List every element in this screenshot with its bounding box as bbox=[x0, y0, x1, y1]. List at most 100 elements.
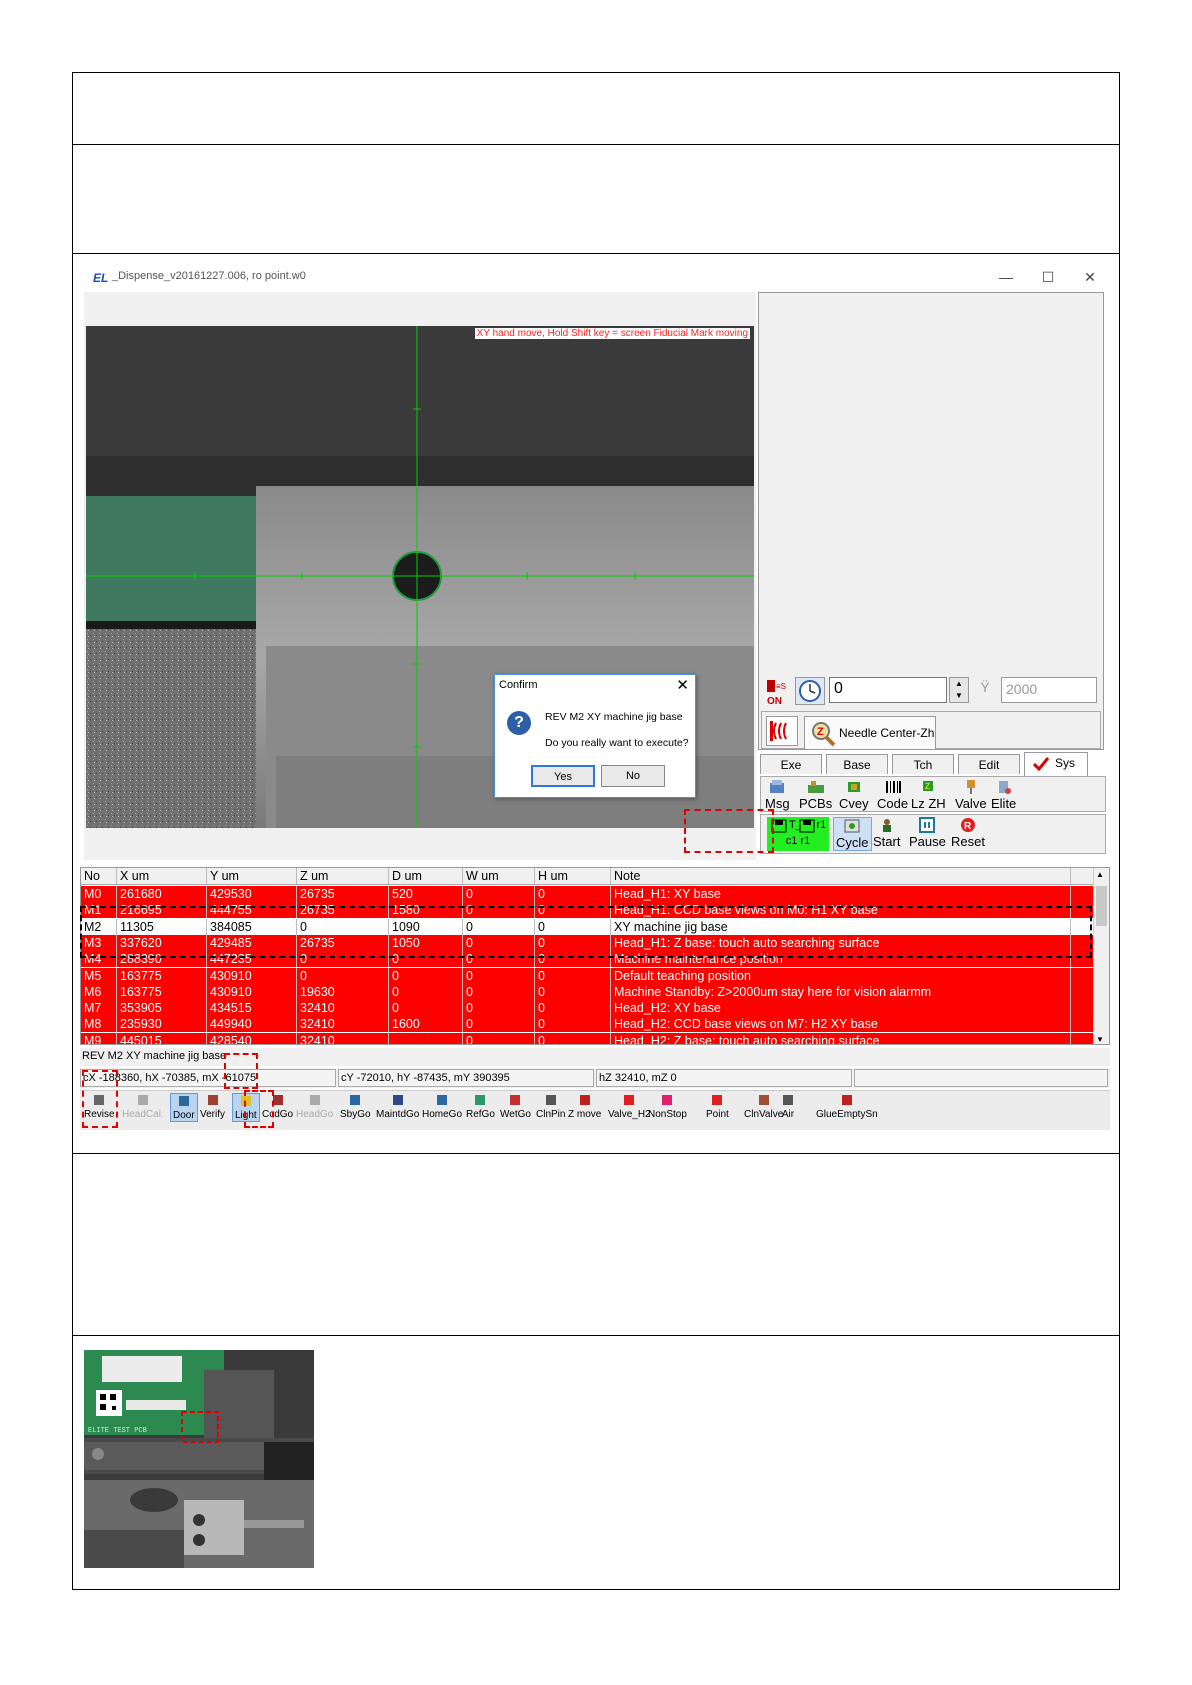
tool-wetgo-button[interactable]: WetGo bbox=[500, 1093, 531, 1120]
cycle-button[interactable]: Cycle bbox=[833, 817, 872, 851]
tool-homego-button[interactable]: HomeGo bbox=[422, 1093, 462, 1120]
table-cell: 0 bbox=[535, 1032, 611, 1044]
clock-icon[interactable] bbox=[795, 677, 825, 705]
msg-button[interactable]: Msg bbox=[765, 779, 790, 811]
col-header[interactable]: X um bbox=[117, 868, 207, 884]
valve-button[interactable]: Valve bbox=[955, 779, 987, 811]
elite-button[interactable]: Elite bbox=[991, 779, 1016, 811]
tool-label: Z move bbox=[568, 1109, 602, 1120]
col-header[interactable]: Note bbox=[611, 868, 1071, 884]
tab-exe[interactable]: Exe bbox=[760, 754, 822, 774]
yes-button[interactable]: Yes bbox=[531, 765, 595, 787]
tab-edit[interactable]: Edit bbox=[958, 754, 1020, 774]
col-header[interactable]: Y um bbox=[207, 868, 297, 884]
close-button[interactable]: ✕ bbox=[1076, 266, 1104, 288]
table-row[interactable]: M7 353905 434515 32410 0 0 0 Head_H2: XY base bbox=[81, 1000, 1093, 1017]
col-header[interactable]: W um bbox=[463, 868, 535, 884]
tool-clnvalve-button[interactable]: ClnValve bbox=[744, 1093, 783, 1120]
tool-refgo-button[interactable]: RefGo bbox=[466, 1093, 495, 1120]
tab-base[interactable]: Base bbox=[826, 754, 888, 774]
pcbs-button[interactable]: PCBs bbox=[799, 779, 832, 811]
table-row[interactable]: M5 163775 430910 0 0 0 0 Default teaching posit… bbox=[81, 967, 1093, 984]
annotation-box bbox=[224, 1053, 258, 1089]
value-stepper[interactable]: ▲ ▼ bbox=[949, 677, 969, 703]
table-cell: Default teaching position bbox=[611, 967, 1071, 984]
table-row[interactable]: M9 445015 428540 32410 0 0 Head_H2: Z base: to… bbox=[81, 1032, 1093, 1044]
table-cell: M6 bbox=[81, 983, 117, 1000]
conveyor-icon bbox=[847, 782, 860, 792]
lz-zh-button[interactable]: Z Lz ZH bbox=[911, 779, 946, 811]
col-header[interactable]: D um bbox=[389, 868, 463, 884]
row-divider bbox=[72, 1335, 1120, 1336]
tool-z-move-button[interactable]: Z move bbox=[568, 1093, 601, 1120]
table-cell: Head_H2: XY base bbox=[611, 1000, 1071, 1017]
tool-glueemptysn-button[interactable]: GlueEmptySn bbox=[816, 1093, 878, 1120]
tool-icon bbox=[624, 1095, 635, 1105]
annotation-box bbox=[80, 906, 1092, 958]
minimize-button[interactable]: — bbox=[992, 266, 1020, 288]
tool-nonstop-button[interactable]: NonStop bbox=[648, 1093, 687, 1120]
pcbs-icon bbox=[807, 781, 824, 793]
table-cell: 0 bbox=[535, 1016, 611, 1033]
tool-label: MaintdGo bbox=[376, 1109, 420, 1120]
tool-sbygo-button[interactable]: SbyGo bbox=[340, 1093, 371, 1120]
maximize-button[interactable]: ☐ bbox=[1034, 266, 1062, 288]
confirm-dialog: Confirm ✕ ? REV M2 XY machine jig base D… bbox=[494, 674, 696, 798]
tool-air-button[interactable]: Air bbox=[780, 1093, 796, 1120]
table-cell: 163775 bbox=[117, 983, 207, 1000]
tool-icon bbox=[350, 1095, 361, 1105]
app-logo-icon: EL bbox=[92, 270, 108, 284]
scroll-up-icon[interactable]: ▲ bbox=[1096, 870, 1104, 879]
tab-tch[interactable]: Tch bbox=[892, 754, 954, 774]
tool-label: Valve_H2 bbox=[608, 1109, 651, 1120]
mis-on-icon[interactable]: ≡S ON bbox=[765, 678, 791, 707]
reset-button[interactable]: R Reset bbox=[951, 817, 985, 849]
table-cell: 520 bbox=[389, 886, 463, 902]
table-cell: 0 bbox=[535, 886, 611, 902]
table-cell: 0 bbox=[535, 983, 611, 1000]
table-cell: 353905 bbox=[117, 1000, 207, 1017]
coord-x: cX -188360, hX -70385, mX -61075 bbox=[80, 1069, 336, 1087]
scroll-down-icon[interactable]: ▼ bbox=[1096, 1035, 1104, 1044]
table-row[interactable]: M0 261680 429530 26735 520 0 0 Head_H1: XY base bbox=[81, 886, 1093, 902]
tool-clnpin-button[interactable]: ClnPin bbox=[536, 1093, 565, 1120]
start-button[interactable]: Start bbox=[873, 817, 900, 849]
table-cell: M0 bbox=[81, 886, 117, 902]
sys-toolbar-row1: Msg PCBs Cvey Code Z Lz ZH Valve Elite bbox=[760, 776, 1106, 812]
tool-point-button[interactable]: Point bbox=[706, 1093, 729, 1120]
table-scrollbar[interactable]: ▲ ▼ bbox=[1093, 868, 1109, 1044]
cvey-button[interactable]: Cvey bbox=[839, 779, 869, 811]
pause-button[interactable]: Pause bbox=[909, 817, 946, 849]
tool-label: HeadGo bbox=[296, 1109, 334, 1120]
svg-text:Z: Z bbox=[925, 782, 930, 791]
col-header[interactable]: No bbox=[81, 868, 117, 884]
table-row[interactable]: M8 235930 449940 32410 1600 0 0 Head_H2: CCD ba… bbox=[81, 1016, 1093, 1033]
tool-verify-button[interactable]: Verify bbox=[200, 1093, 225, 1120]
sys-toolbar-row2: T_c1 r1 c1 r1 Cycle Start Pause RReset bbox=[760, 814, 1106, 854]
no-button[interactable]: No bbox=[601, 765, 665, 787]
needle-center-button[interactable]: Z Needle Center-Zh bbox=[804, 716, 936, 750]
tool-icon bbox=[392, 1095, 403, 1105]
tool-headcal-button[interactable]: HeadCal. bbox=[122, 1093, 164, 1120]
zoom-search-icon: Z bbox=[812, 722, 836, 747]
cycle-status-indicator: T_c1 r1 c1 r1 bbox=[767, 817, 829, 851]
tool-icon bbox=[783, 1095, 793, 1105]
value-input[interactable]: 0 bbox=[829, 677, 947, 703]
tool-valve-h2-button[interactable]: Valve_H2 bbox=[608, 1093, 651, 1120]
col-header[interactable]: H um bbox=[535, 868, 611, 884]
code-button[interactable]: Code bbox=[877, 779, 908, 811]
vibration-icon[interactable] bbox=[766, 716, 798, 746]
col-header[interactable]: Z um bbox=[297, 868, 389, 884]
tool-maintdgo-button[interactable]: MaintdGo bbox=[376, 1093, 419, 1120]
tool-door-button[interactable]: Door bbox=[170, 1093, 198, 1122]
table-row[interactable]: M6 163775 430910 19630 0 0 0 Machine Standby: Z… bbox=[81, 983, 1093, 1000]
svg-text:ON: ON bbox=[767, 696, 782, 706]
right-control-panel: ≡S ON 0 ▲ ▼ Ÿ 2000 Z Needle Center-Zh bbox=[758, 292, 1104, 750]
svg-text:R: R bbox=[964, 821, 972, 832]
tab-sys[interactable]: Sys bbox=[1024, 752, 1088, 776]
value2-input[interactable]: 2000 bbox=[1001, 677, 1097, 703]
tool-headgo-button[interactable]: HeadGo bbox=[296, 1093, 333, 1120]
scroll-thumb[interactable] bbox=[1096, 886, 1107, 926]
dialog-close-icon[interactable]: ✕ bbox=[676, 676, 689, 694]
svg-text:≡S: ≡S bbox=[776, 682, 786, 691]
